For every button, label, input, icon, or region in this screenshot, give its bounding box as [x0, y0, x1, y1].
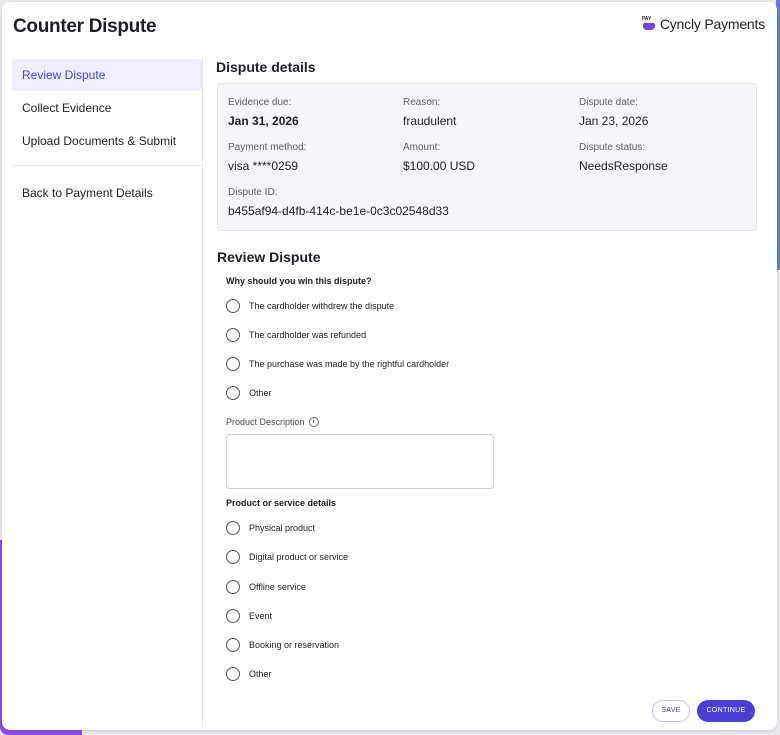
evidence-due-value: Jan 31, 2026 — [228, 114, 299, 128]
sidebar-item-review-dispute[interactable]: Review Dispute — [12, 59, 202, 91]
amount-label: Amount: — [403, 142, 441, 153]
radio-option-physical-product[interactable]: Physical product — [226, 521, 315, 535]
radio-circle-icon[interactable] — [226, 580, 240, 594]
radio-circle-icon[interactable] — [226, 357, 240, 371]
radio-option-label: Physical product — [249, 523, 316, 533]
product-description-text: Product Description — [226, 417, 305, 427]
brand-logo-icon: PAY — [642, 17, 656, 31]
dispute-status-label: Dispute status: — [579, 142, 646, 153]
radio-option-other[interactable]: Other — [226, 386, 272, 400]
radio-option-label: Event — [249, 611, 273, 621]
save-button[interactable]: SAVE — [652, 700, 690, 722]
sidebar-item-upload-documents[interactable]: Upload Documents & Submit — [12, 125, 202, 157]
sidebar: Review Dispute Collect Evidence Upload D… — [12, 57, 203, 727]
reason-value: fraudulent — [403, 114, 457, 128]
radio-option-event[interactable]: Event — [226, 609, 272, 623]
dispute-details-panel: Evidence due: Jan 31, 2026 Reason: fraud… — [217, 83, 757, 231]
radio-option-label: Other — [249, 669, 272, 679]
product-service-question: Product or service details — [226, 498, 337, 508]
dispute-details-heading: Dispute details — [216, 59, 316, 75]
product-description-input[interactable] — [226, 434, 494, 489]
radio-option-service-other[interactable]: Other — [226, 667, 272, 681]
dialog-header: Counter Dispute PAY Cyncly Payments — [2, 2, 777, 52]
radio-circle-icon[interactable] — [226, 667, 240, 681]
radio-option-label: Offline service — [249, 582, 306, 592]
radio-circle-icon[interactable] — [226, 638, 240, 652]
radio-option-rightful-cardholder[interactable]: The purchase was made by the rightful ca… — [226, 357, 449, 371]
continue-button[interactable]: CONTINUE — [697, 700, 755, 722]
main-content: Dispute details Evidence due: Jan 31, 20… — [216, 52, 761, 730]
radio-option-label: The cardholder was refunded — [249, 330, 367, 340]
sidebar-divider — [12, 165, 202, 166]
dispute-date-field: Dispute date: Jan 23, 2026 — [579, 97, 648, 128]
product-description-label: Product Description i — [226, 417, 319, 427]
radio-option-refunded[interactable]: The cardholder was refunded — [226, 328, 366, 342]
radio-circle-icon[interactable] — [226, 521, 240, 535]
dispute-date-value: Jan 23, 2026 — [579, 114, 649, 128]
info-icon[interactable]: i — [308, 417, 319, 427]
dispute-id-field: Dispute ID: b455af94-d4fb-414c-be1e-0c3c… — [228, 187, 449, 218]
win-reason-question: Why should you win this dispute? — [226, 276, 372, 286]
sidebar-item-back-to-payment[interactable]: Back to Payment Details — [12, 177, 202, 209]
radio-option-label: The purchase was made by the rightful ca… — [249, 359, 450, 369]
dispute-status-value: NeedsResponse — [579, 159, 668, 173]
radio-circle-icon[interactable] — [226, 328, 240, 342]
radio-circle-icon[interactable] — [226, 609, 240, 623]
radio-option-digital-product[interactable]: Digital product or service — [226, 550, 348, 564]
payment-method-value: visa ****0259 — [228, 159, 299, 173]
radio-option-label: Digital product or service — [249, 552, 349, 562]
radio-circle-icon[interactable] — [226, 386, 240, 400]
dispute-status-field: Dispute status: NeedsResponse — [579, 142, 668, 173]
reason-label: Reason: — [403, 97, 441, 108]
amount-field: Amount: $100.00 USD — [403, 142, 475, 173]
amount-value: $100.00 USD — [403, 159, 476, 173]
dispute-id-value: b455af94-d4fb-414c-be1e-0c3c02548d33 — [228, 204, 449, 218]
radio-option-label: Other — [249, 388, 272, 398]
brand-name: Cyncly Payments — [659, 16, 765, 32]
evidence-due-field: Evidence due: Jan 31, 2026 — [228, 97, 299, 128]
page-title: Counter Dispute — [13, 16, 157, 37]
payment-method-field: Payment method: visa ****0259 — [228, 142, 306, 173]
brand: PAY Cyncly Payments — [642, 16, 765, 32]
dispute-date-label: Dispute date: — [579, 97, 638, 108]
radio-option-offline-service[interactable]: Offline service — [226, 580, 306, 594]
sidebar-item-collect-evidence[interactable]: Collect Evidence — [12, 92, 202, 124]
radio-circle-icon[interactable] — [226, 299, 240, 313]
dispute-id-label: Dispute ID: — [228, 187, 278, 198]
radio-option-withdrew[interactable]: The cardholder withdrew the dispute — [226, 299, 394, 313]
counter-dispute-dialog: Counter Dispute PAY Cyncly Payments Revi… — [2, 2, 777, 730]
reason-field: Reason: fraudulent — [403, 97, 456, 128]
radio-option-label: Booking or reservation — [249, 640, 340, 650]
payment-method-label: Payment method: — [228, 142, 307, 153]
evidence-due-label: Evidence due: — [228, 97, 292, 108]
radio-option-label: The cardholder withdrew the dispute — [249, 301, 395, 311]
radio-option-booking[interactable]: Booking or reservation — [226, 638, 339, 652]
radio-circle-icon[interactable] — [226, 550, 240, 564]
review-dispute-heading: Review Dispute — [217, 249, 321, 265]
brand-logo-text: PAY — [641, 16, 652, 22]
